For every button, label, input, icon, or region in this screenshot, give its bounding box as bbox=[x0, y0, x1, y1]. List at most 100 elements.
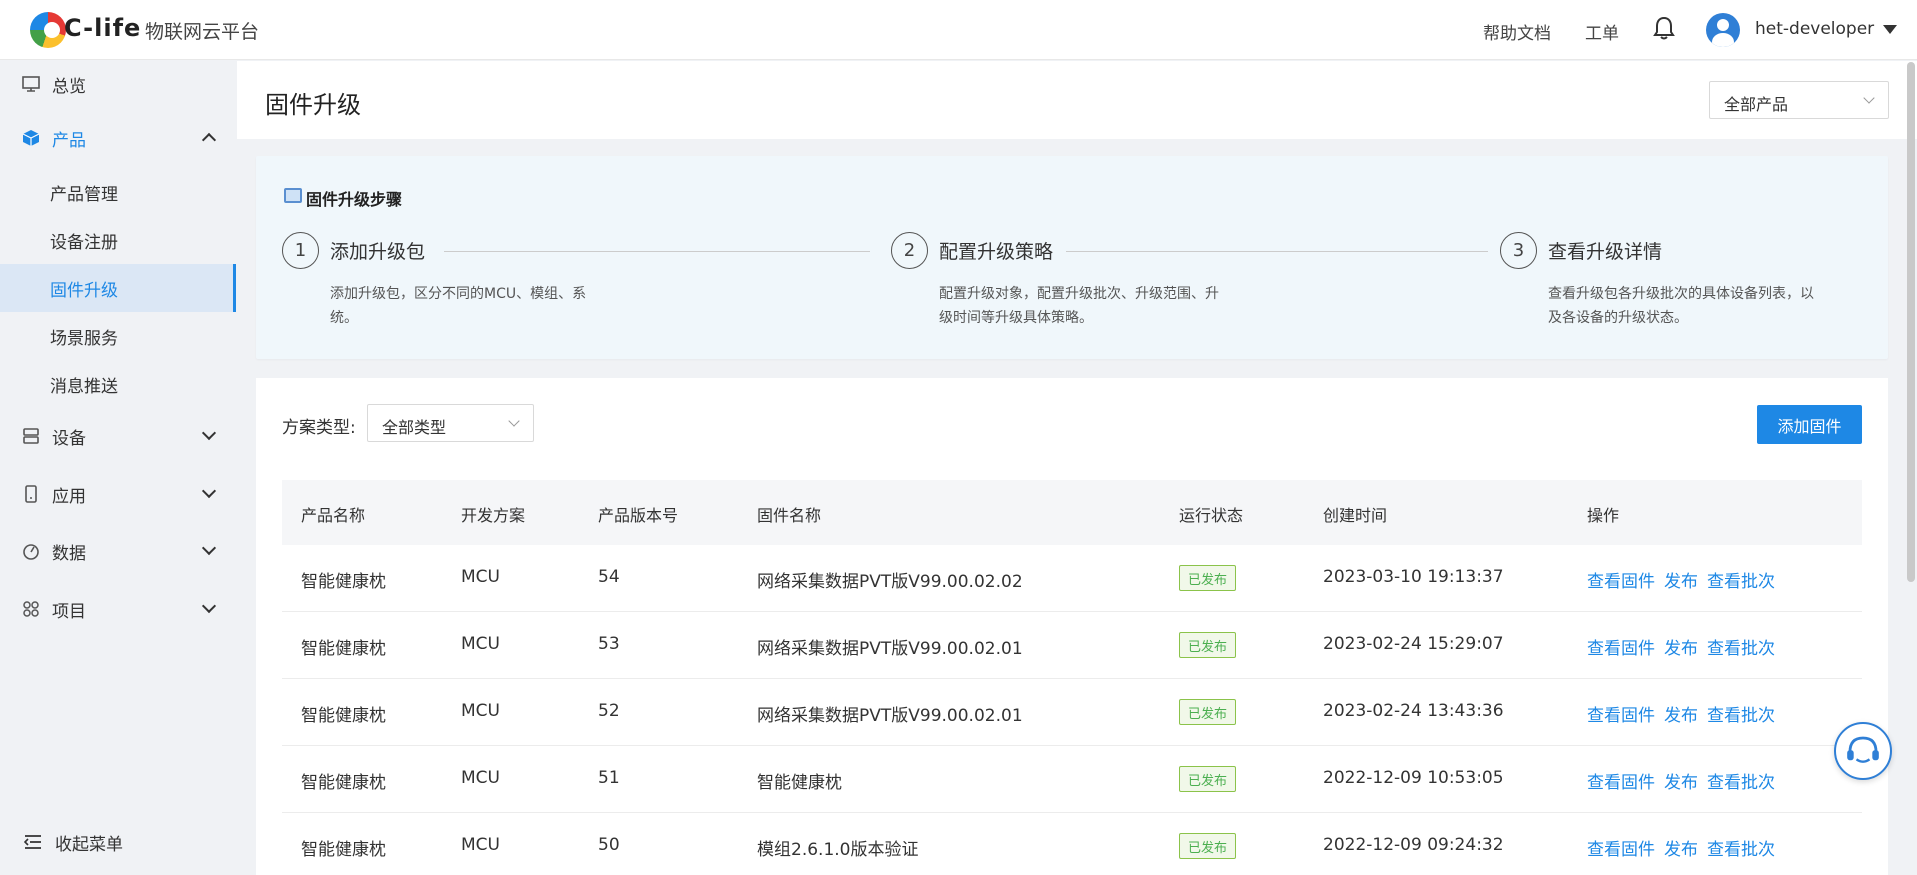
top-bar: C-life 物联网云平台 帮助文档 工单 het-developer bbox=[0, 0, 1917, 60]
caret-down-icon[interactable] bbox=[1883, 25, 1897, 34]
sidebar-subitem-scene-service[interactable]: 场景服务 bbox=[0, 312, 236, 360]
publish-link[interactable]: 发布 bbox=[1664, 768, 1698, 793]
cell-scheme: MCU bbox=[461, 567, 500, 587]
sidebar-subitem-product-management[interactable]: 产品管理 bbox=[0, 168, 236, 216]
cell-version: 51 bbox=[598, 768, 620, 788]
cell-scheme: MCU bbox=[461, 634, 500, 654]
cell-firmware: 网络采集数据PVT版V99.00.02.02 bbox=[757, 572, 1023, 592]
publish-link[interactable]: 发布 bbox=[1664, 634, 1698, 659]
page-title: 固件升级 bbox=[265, 91, 361, 119]
cell-version: 52 bbox=[598, 701, 620, 721]
collapse-menu-label: 收起菜单 bbox=[55, 834, 123, 855]
step-number: 3 bbox=[1500, 232, 1537, 269]
clife-logo-icon[interactable] bbox=[30, 12, 66, 48]
column-header: 开发方案 bbox=[461, 506, 526, 525]
view-batch-link[interactable]: 查看批次 bbox=[1707, 768, 1775, 793]
cell-firmware: 智能健康枕 bbox=[757, 773, 842, 793]
help-docs-link[interactable]: 帮助文档 bbox=[1483, 19, 1551, 44]
cell-firmware: 网络采集数据PVT版V99.00.02.01 bbox=[757, 639, 1023, 659]
table-row: 智能健康枕 MCU 51 智能健康枕 已发布 2022-12-09 10:53:… bbox=[282, 746, 1862, 813]
view-batch-link[interactable]: 查看批次 bbox=[1707, 567, 1775, 592]
chevron-down-icon bbox=[201, 483, 217, 499]
view-firmware-link[interactable]: 查看固件 bbox=[1587, 835, 1655, 860]
sidebar-subitem-device-registration[interactable]: 设备注册 bbox=[0, 216, 236, 264]
chevron-up-icon bbox=[201, 132, 217, 148]
chevron-down-icon bbox=[1863, 92, 1875, 104]
chevron-down-icon bbox=[201, 598, 217, 614]
column-header: 产品名称 bbox=[301, 506, 366, 525]
view-batch-link[interactable]: 查看批次 bbox=[1707, 701, 1775, 726]
sidebar-item-label: 项目 bbox=[52, 601, 86, 622]
column-header: 固件名称 bbox=[757, 506, 822, 525]
sidebar-item-label: 数据 bbox=[52, 543, 86, 564]
view-batch-link[interactable]: 查看批次 bbox=[1707, 634, 1775, 659]
sidebar-item-data[interactable]: 数据 bbox=[0, 527, 236, 575]
column-header: 操作 bbox=[1587, 506, 1620, 525]
view-firmware-link[interactable]: 查看固件 bbox=[1587, 701, 1655, 726]
view-batch-link[interactable]: 查看批次 bbox=[1707, 835, 1775, 860]
bell-icon[interactable] bbox=[1653, 16, 1675, 40]
cell-firmware: 网络采集数据PVT版V99.00.02.01 bbox=[757, 706, 1023, 726]
scheme-type-value: 全部类型 bbox=[382, 418, 447, 437]
customer-support-button[interactable] bbox=[1834, 722, 1892, 780]
cell-scheme: MCU bbox=[461, 768, 500, 788]
cell-created: 2022-12-09 10:53:05 bbox=[1323, 768, 1504, 788]
publish-link[interactable]: 发布 bbox=[1664, 835, 1698, 860]
scheme-type-select[interactable]: 全部类型 bbox=[367, 404, 534, 442]
cell-created: 2023-02-24 13:43:36 bbox=[1323, 701, 1504, 721]
collapse-menu-button[interactable]: 收起菜单 bbox=[0, 822, 236, 862]
monitor-icon bbox=[22, 76, 40, 92]
cell-created: 2022-12-09 09:24:32 bbox=[1323, 835, 1504, 855]
scheme-type-label: 方案类型: bbox=[282, 418, 356, 438]
cell-scheme: MCU bbox=[461, 701, 500, 721]
view-firmware-link[interactable]: 查看固件 bbox=[1587, 634, 1655, 659]
table-row: 智能健康枕 MCU 53 网络采集数据PVT版V99.00.02.01 已发布 … bbox=[282, 612, 1862, 679]
step-description: 查看升级包各升级批次的具体设备列表，以及各设备的升级状态。 bbox=[1548, 286, 1814, 326]
sidebar-subitem-firmware-upgrade[interactable]: 固件升级 bbox=[0, 264, 236, 312]
view-firmware-link[interactable]: 查看固件 bbox=[1587, 768, 1655, 793]
step-title: 查看升级详情 bbox=[1548, 241, 1663, 263]
chevron-down-icon bbox=[508, 415, 520, 427]
step-connector bbox=[444, 251, 870, 252]
product-select-value: 全部产品 bbox=[1724, 95, 1789, 114]
cell-product: 智能健康枕 bbox=[301, 773, 386, 793]
avatar[interactable] bbox=[1706, 13, 1740, 47]
cell-product: 智能健康枕 bbox=[301, 572, 386, 592]
gauge-icon bbox=[23, 544, 39, 560]
work-order-link[interactable]: 工单 bbox=[1585, 19, 1619, 44]
product-select[interactable]: 全部产品 bbox=[1709, 81, 1889, 119]
column-header: 产品版本号 bbox=[598, 506, 679, 525]
column-header: 运行状态 bbox=[1179, 506, 1244, 525]
sidebar-item-project[interactable]: 项目 bbox=[0, 585, 236, 633]
step-number: 2 bbox=[891, 232, 928, 269]
sidebar-item-device[interactable]: 设备 bbox=[0, 412, 236, 460]
collapse-menu-icon bbox=[24, 835, 41, 849]
add-firmware-button[interactable]: 添加固件 bbox=[1757, 405, 1862, 444]
headset-icon bbox=[1847, 736, 1879, 763]
sidebar: 总览 产品 产品管理 设备注册 固件升级 场景服务 消息推送 设备 应用 数据 … bbox=[0, 60, 236, 875]
publish-link[interactable]: 发布 bbox=[1664, 701, 1698, 726]
cell-version: 54 bbox=[598, 567, 620, 587]
step-description: 添加升级包，区分不同的MCU、模组、系统。 bbox=[330, 286, 587, 326]
view-firmware-link[interactable]: 查看固件 bbox=[1587, 567, 1655, 592]
cell-product: 智能健康枕 bbox=[301, 706, 386, 726]
page-header: 固件升级 全部产品 bbox=[237, 61, 1917, 139]
step-connector bbox=[1066, 251, 1488, 252]
cube-icon bbox=[22, 130, 40, 146]
cell-firmware: 模组2.6.1.0版本验证 bbox=[757, 840, 919, 860]
cell-product: 智能健康枕 bbox=[301, 639, 386, 659]
platform-name: 物联网云平台 bbox=[145, 21, 260, 43]
sidebar-item-overview[interactable]: 总览 bbox=[0, 60, 236, 108]
username[interactable]: het-developer bbox=[1755, 19, 1874, 39]
steps-icon bbox=[284, 188, 302, 203]
sidebar-item-product[interactable]: 产品 bbox=[0, 114, 236, 162]
publish-link[interactable]: 发布 bbox=[1664, 567, 1698, 592]
sidebar-subitem-message-push[interactable]: 消息推送 bbox=[0, 360, 236, 408]
step-number: 1 bbox=[282, 232, 319, 269]
cell-scheme: MCU bbox=[461, 835, 500, 855]
cell-product: 智能健康枕 bbox=[301, 840, 386, 860]
upgrade-steps-card: 固件升级步骤 1 添加升级包 添加升级包，区分不同的MCU、模组、系统。 2 配… bbox=[256, 156, 1888, 359]
page-scrollbar[interactable] bbox=[1907, 62, 1915, 582]
brand-name[interactable]: C-life bbox=[64, 14, 141, 42]
sidebar-item-application[interactable]: 应用 bbox=[0, 470, 236, 518]
